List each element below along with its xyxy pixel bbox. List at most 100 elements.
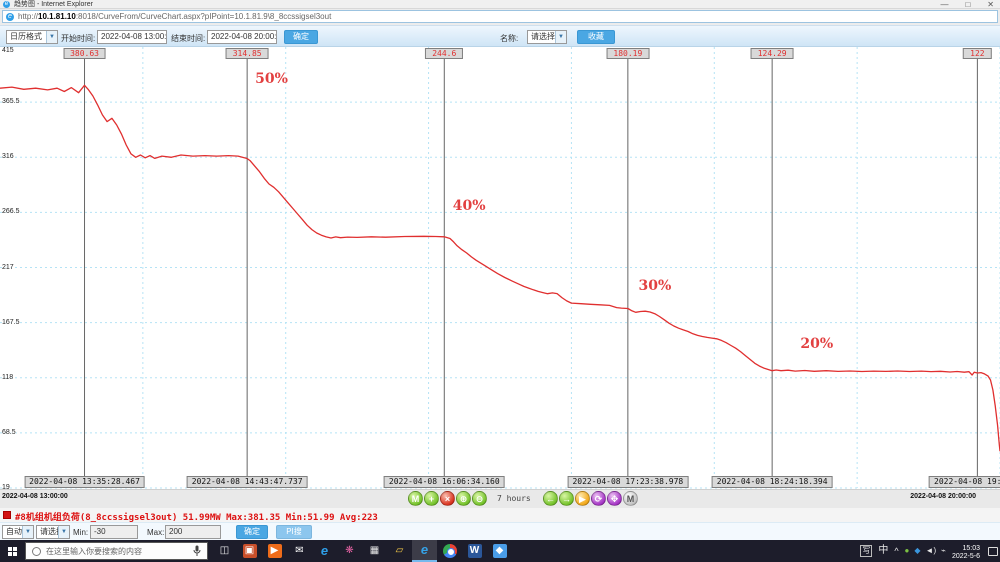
ime-mode-icon[interactable]: 写	[860, 545, 873, 557]
url-text: http://10.1.81.10:8018/CurveFrom/CurveCh…	[18, 12, 332, 21]
scale-mode-select[interactable]: 自动 ▼	[2, 525, 34, 539]
chrome-icon[interactable]	[437, 540, 462, 562]
calculator-icon[interactable]: ▦	[362, 540, 387, 562]
chevron-down-icon: ▼	[58, 526, 69, 538]
pan-left-button[interactable]: ←	[543, 491, 558, 506]
cursor-value-label[interactable]: 122	[963, 48, 992, 59]
play-button[interactable]: ▶	[575, 491, 590, 506]
file-explorer-icon[interactable]: ▱	[387, 540, 412, 562]
blue-app-icon: ◆	[492, 544, 507, 558]
toolbar-left-group: M + × ⊕ ⊖	[408, 491, 487, 506]
trend-chart[interactable]: 415 365.5 316 266.5 217 167.5 118 68.5 19 380.63 2…	[0, 47, 1000, 489]
volume-icon[interactable]: ◄)	[926, 540, 937, 562]
media-player-icon[interactable]: ▶	[262, 540, 287, 562]
taskbar-search-input[interactable]: 在这里输入你要搜索的内容	[25, 542, 208, 560]
task-view-icon[interactable]: ◫	[212, 540, 237, 562]
maximize-button[interactable]: □	[965, 0, 970, 9]
chrome-icon	[442, 544, 457, 558]
link-icon[interactable]: ⌁	[941, 540, 946, 562]
y-axis-tick-label: 266.5	[2, 208, 20, 216]
ie-page-icon: e	[6, 13, 14, 21]
y-axis-tick-label: 217	[2, 263, 14, 271]
clock-time: 15:03	[962, 544, 980, 552]
ime-language-indicator[interactable]: 中	[878, 540, 888, 562]
word-icon[interactable]: W	[462, 540, 487, 562]
clock-date: 2022-5-6	[951, 552, 980, 560]
blue-app-icon[interactable]: ◆	[487, 540, 512, 562]
date-format-select[interactable]: 日历格式 ▼	[6, 30, 58, 44]
microphone-icon	[193, 545, 201, 556]
address-bar: e http://10.1.81.10:8018/CurveFrom/Curve…	[0, 9, 1000, 25]
ie-logo-icon: e	[3, 1, 10, 8]
cursor-value-label[interactable]: 380.63	[63, 48, 106, 59]
taskbar-clock[interactable]: 15:03 2022-5-6	[952, 542, 980, 561]
pan-right-button[interactable]: →	[559, 491, 574, 506]
legend-color-swatch	[3, 511, 11, 519]
start-button[interactable]	[0, 540, 24, 562]
add-curve-button[interactable]: +	[424, 491, 439, 506]
trend-curve	[0, 84, 1000, 452]
mail-icon[interactable]: ✉	[287, 540, 312, 562]
chart-canvas	[0, 47, 1000, 489]
notification-center-icon[interactable]	[988, 546, 998, 556]
favorite-button[interactable]: 收藏	[577, 30, 615, 44]
name-label: 名称:	[500, 34, 519, 43]
edge-icon: e	[320, 543, 329, 558]
tray-blue-icon[interactable]: ◆	[914, 540, 920, 562]
cursor-time-label[interactable]: 2022-04-08 14:43:47.737	[186, 476, 308, 488]
media-player-icon: ▶	[267, 544, 282, 558]
internet-explorer-icon[interactable]: e	[412, 540, 437, 562]
percent-annotation: 40%	[452, 198, 486, 215]
y-axis-tick-label: 118	[2, 373, 14, 381]
point-select[interactable]: 请选择 ▼	[36, 525, 70, 539]
chevron-down-icon: ▼	[46, 31, 57, 43]
chevron-down-icon: ▼	[22, 526, 33, 538]
cursor-time-label[interactable]: 2022-04-08 16:06:34.160	[383, 476, 505, 488]
close-button[interactable]: ✕	[987, 0, 994, 9]
refresh-button[interactable]: ⟳	[591, 491, 606, 506]
cortana-icon	[32, 546, 41, 556]
fit-view-button[interactable]: ✥	[607, 491, 622, 506]
cursor-value-label[interactable]: 314.85	[225, 48, 269, 59]
query-bar: 日历格式▼ 开始时间: 2022-04-08 13:00:00 结束时间: 20…	[0, 25, 1000, 47]
tray-green-icon[interactable]: ●	[905, 540, 910, 562]
pi-search-button[interactable]: PI搜索	[276, 525, 312, 548]
cursor-time-label[interactable]: 2022-04-08 19:50:3	[929, 476, 1000, 488]
cursor-value-label[interactable]: 244.6	[425, 48, 464, 59]
cursor-value-label[interactable]: 124.29	[750, 48, 794, 59]
store-icon[interactable]: ▣	[237, 540, 262, 562]
start-time-input[interactable]: 2022-04-08 13:00:00	[97, 30, 167, 44]
url-input[interactable]: e http://10.1.81.10:8018/CurveFrom/Curve…	[2, 10, 998, 23]
cursor-value-label[interactable]: 180.19	[606, 48, 650, 59]
zoom-in-button[interactable]: ⊕	[456, 491, 471, 506]
zoom-out-button[interactable]: ⊖	[472, 491, 487, 506]
marker-off-button[interactable]: M	[623, 491, 638, 506]
chevron-down-icon: ▼	[555, 31, 566, 43]
tray-chevron-icon[interactable]: ^	[894, 540, 898, 562]
file-explorer-icon: ▱	[395, 545, 404, 556]
marker-button[interactable]: M	[408, 491, 423, 506]
end-time-input[interactable]: 2022-04-08 20:00:00	[207, 30, 277, 44]
percent-annotation: 50%	[255, 71, 288, 88]
min-input[interactable]: -30	[90, 525, 138, 539]
range-ok-button[interactable]: 确定	[236, 525, 268, 539]
y-axis-tick-label: 19	[2, 484, 10, 489]
cursor-time-label[interactable]: 2022-04-08 18:24:18.394	[711, 476, 833, 488]
store-icon: ▣	[242, 544, 257, 558]
legend-bar: #8机组机组负荷(8_8ccssigsel3out) 51.99MW Max:3…	[0, 508, 1000, 523]
minimize-button[interactable]: —	[940, 0, 948, 9]
paint3d-icon: ❋	[345, 545, 354, 556]
query-ok-button[interactable]: 确定	[284, 30, 318, 44]
percent-annotation: 20%	[800, 336, 834, 353]
delete-curve-button[interactable]: ×	[440, 491, 455, 506]
range-bar: 自动▼ 请选择▼ Min: -30 Max: 200 确定 PI搜索	[0, 522, 1000, 548]
cursor-time-label[interactable]: 2022-04-08 17:23:38.978	[567, 476, 689, 488]
max-input[interactable]: 200	[165, 525, 221, 539]
mail-icon: ✉	[295, 545, 304, 556]
chart-start-time: 2022-04-08 13:00:00	[2, 493, 68, 500]
cursor-time-label[interactable]: 2022-04-08 13:35:28.467	[24, 476, 145, 488]
edge-icon[interactable]: e	[312, 540, 337, 562]
time-span-label: 7 hours	[497, 494, 531, 503]
name-select[interactable]: 请选择 ▼	[527, 30, 567, 44]
paint3d-icon[interactable]: ❋	[337, 540, 362, 562]
